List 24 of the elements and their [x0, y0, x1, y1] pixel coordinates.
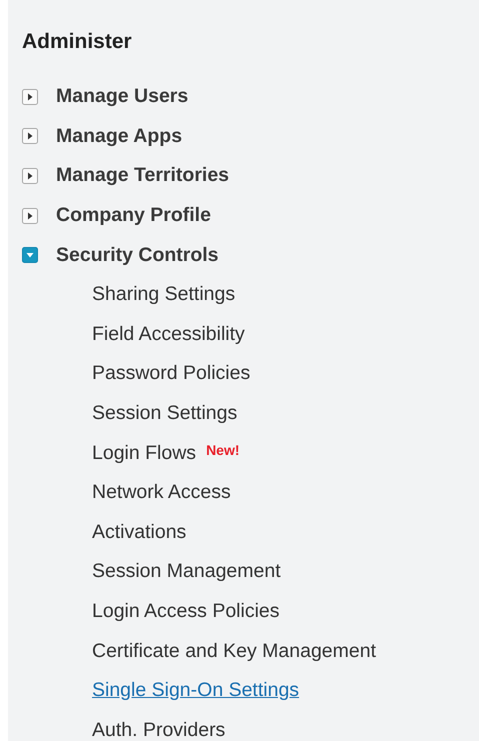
submenu-item[interactable]: Password Policies: [92, 362, 250, 386]
menu-item[interactable]: Company Profile: [56, 204, 211, 228]
submenu-item[interactable]: Activations: [92, 520, 186, 544]
menu-item[interactable]: Manage Apps: [56, 124, 182, 148]
collapse-icon[interactable]: [22, 247, 38, 264]
submenu-item[interactable]: Field Accessibility: [92, 322, 245, 346]
submenu-item[interactable]: Auth. Providers: [92, 718, 226, 741]
menu-item[interactable]: Manage Users: [56, 85, 188, 108]
expand-icon[interactable]: [22, 128, 38, 144]
submenu-item[interactable]: Certificate and Key Management: [92, 640, 376, 663]
submenu-item[interactable]: Session Management: [92, 560, 281, 584]
submenu-item[interactable]: Sharing Settings: [92, 283, 236, 306]
new-label: New!: [206, 442, 240, 458]
submenu-item[interactable]: Session Settings: [92, 402, 238, 426]
expand-icon[interactable]: [22, 168, 38, 184]
menu-item[interactable]: Security Controls: [56, 244, 219, 267]
submenu-item[interactable]: Login Access Policies: [92, 600, 280, 624]
submenu-item[interactable]: Network Access: [92, 481, 231, 504]
submenu-item[interactable]: Login Flows: [92, 442, 196, 465]
menu-item[interactable]: Manage Territories: [56, 164, 230, 188]
submenu-item[interactable]: Single Sign-On Settings: [92, 679, 300, 702]
expand-icon[interactable]: [22, 88, 38, 105]
expand-icon[interactable]: [22, 208, 38, 224]
section-title: Administer: [22, 29, 133, 55]
